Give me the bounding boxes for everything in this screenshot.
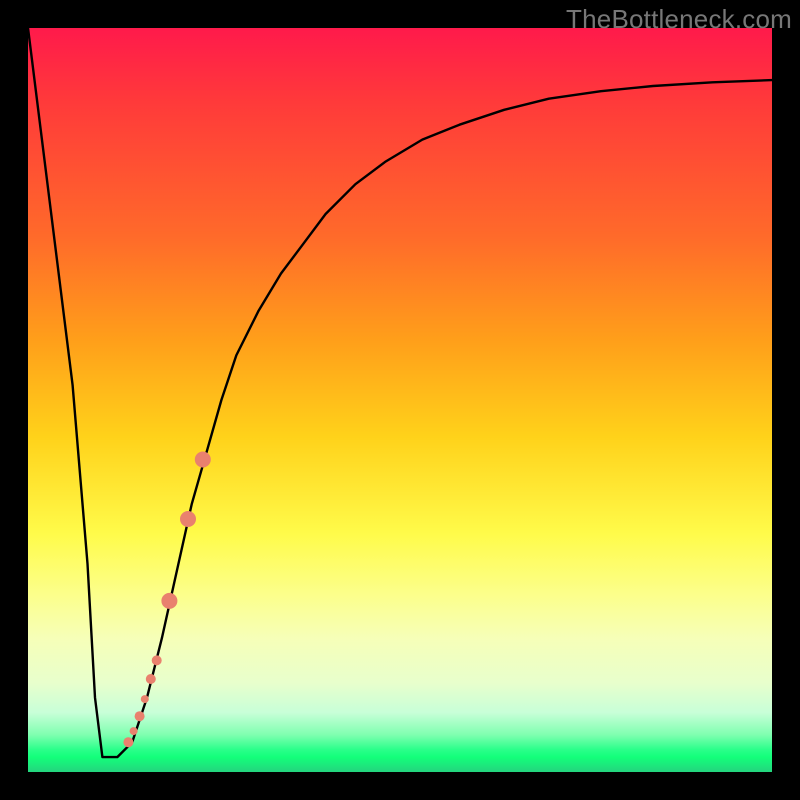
data-marker xyxy=(161,593,177,609)
data-marker xyxy=(123,737,133,747)
chart-frame: TheBottleneck.com xyxy=(0,0,800,800)
data-marker xyxy=(180,511,196,527)
data-marker xyxy=(152,655,162,665)
curve-group xyxy=(28,28,772,757)
data-marker xyxy=(135,711,145,721)
data-marker xyxy=(195,452,211,468)
markers-group xyxy=(123,452,210,748)
watermark-text: TheBottleneck.com xyxy=(566,4,792,35)
plot-area xyxy=(28,28,772,772)
data-marker xyxy=(130,727,138,735)
data-marker xyxy=(146,674,156,684)
data-marker xyxy=(141,695,149,703)
chart-svg xyxy=(28,28,772,772)
bottleneck-curve xyxy=(28,28,772,757)
